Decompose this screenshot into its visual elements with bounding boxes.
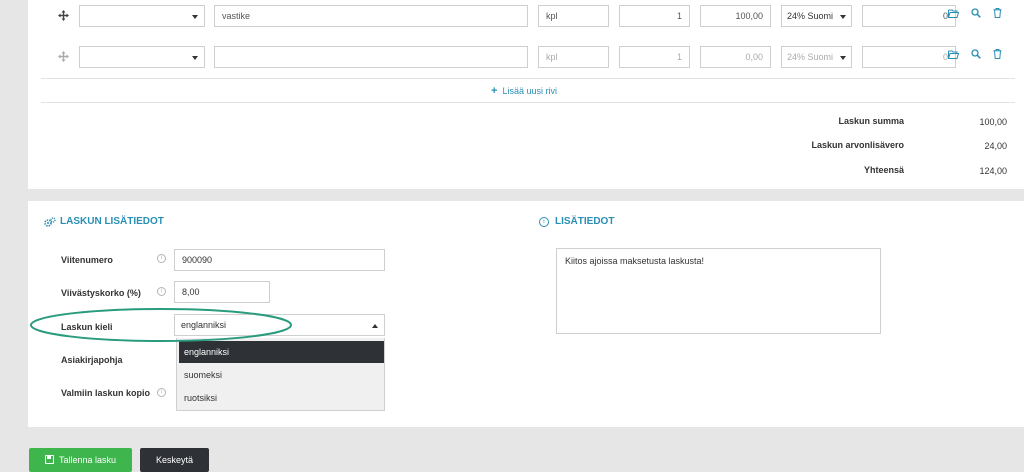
product-select[interactable] — [79, 5, 205, 27]
chevron-up-icon — [372, 324, 378, 328]
vat-total-label: Laskun arvonlisävero — [811, 140, 904, 150]
quantity-input[interactable]: 1 — [619, 5, 690, 27]
sum-value: 100,00 — [979, 117, 1007, 127]
gears-icon — [44, 217, 56, 229]
trash-icon[interactable] — [993, 49, 1002, 61]
info-icon: i — [539, 217, 549, 227]
template-label: Asiakirjapohja — [61, 355, 123, 365]
language-option[interactable]: englanniksi — [179, 341, 384, 363]
grand-total-value: 124,00 — [979, 166, 1007, 176]
discount-input[interactable]: 0 — [862, 46, 956, 68]
product-select[interactable] — [79, 46, 205, 68]
highlight-ellipse — [30, 308, 292, 342]
chevron-down-icon — [840, 15, 846, 19]
unit-input[interactable]: kpl — [538, 5, 609, 27]
info-icon[interactable]: i — [157, 388, 166, 397]
copy-label: Valmiin laskun kopio — [61, 388, 151, 398]
info-icon[interactable]: i — [157, 254, 166, 263]
chevron-down-icon — [192, 56, 198, 60]
cancel-button[interactable]: Keskeytä — [140, 448, 209, 472]
additional-info-title: LASKUN LISÄTIEDOT — [60, 216, 164, 227]
chevron-down-icon — [192, 15, 198, 19]
vat-select[interactable]: 24% Suomi — [781, 46, 852, 68]
invoice-rows-panel: vastike kpl 1 100,00 24% Suomi 0 kpl 1 0… — [28, 0, 1024, 189]
save-button[interactable]: Tallenna lasku — [29, 448, 132, 472]
language-option[interactable]: suomeksi — [179, 364, 384, 386]
description-input[interactable]: vastike — [214, 5, 528, 27]
add-row-button[interactable]: + Lisää uusi rivi — [491, 84, 557, 98]
language-dropdown: englanniksi suomeksi ruotsiksi — [176, 338, 385, 411]
notes-title: LISÄTIEDOT — [555, 216, 615, 227]
description-input[interactable] — [214, 46, 528, 68]
chevron-down-icon — [840, 56, 846, 60]
save-icon — [45, 455, 54, 464]
search-icon[interactable] — [971, 49, 981, 61]
discount-input[interactable]: 0 — [862, 5, 956, 27]
folder-open-icon[interactable] — [948, 50, 960, 61]
language-option[interactable]: ruotsiksi — [179, 387, 384, 409]
info-icon[interactable]: i — [157, 287, 166, 296]
sum-label: Laskun summa — [838, 116, 904, 126]
reference-input[interactable]: 900090 — [174, 249, 385, 271]
notes-textarea[interactable]: Kiitos ajoissa maksetusta laskusta! — [556, 248, 881, 334]
search-icon[interactable] — [971, 8, 981, 20]
drag-handle-icon[interactable] — [58, 51, 69, 64]
divider — [41, 102, 1015, 103]
trash-icon[interactable] — [993, 8, 1002, 20]
price-input[interactable]: 100,00 — [700, 5, 771, 27]
drag-handle-icon[interactable] — [58, 10, 69, 23]
save-label: Tallenna lasku — [59, 455, 117, 465]
price-input[interactable]: 0,00 — [700, 46, 771, 68]
folder-open-icon[interactable] — [948, 9, 960, 20]
late-interest-input[interactable]: 8,00 — [174, 281, 270, 303]
vat-total-value: 24,00 — [984, 141, 1007, 151]
grand-total-label: Yhteensä — [863, 165, 904, 175]
divider — [41, 78, 1015, 79]
plus-icon: + — [491, 85, 498, 97]
reference-label: Viitenumero — [61, 255, 113, 265]
notes-text: Kiitos ajoissa maksetusta laskusta! — [565, 256, 705, 266]
quantity-input[interactable]: 1 — [619, 46, 690, 68]
add-row-label: Lisää uusi rivi — [502, 86, 557, 96]
late-interest-label: Viivästyskorko (%) — [61, 288, 141, 298]
unit-input[interactable]: kpl — [538, 46, 609, 68]
cancel-label: Keskeytä — [155, 455, 194, 465]
vat-select[interactable]: 24% Suomi — [781, 5, 852, 27]
